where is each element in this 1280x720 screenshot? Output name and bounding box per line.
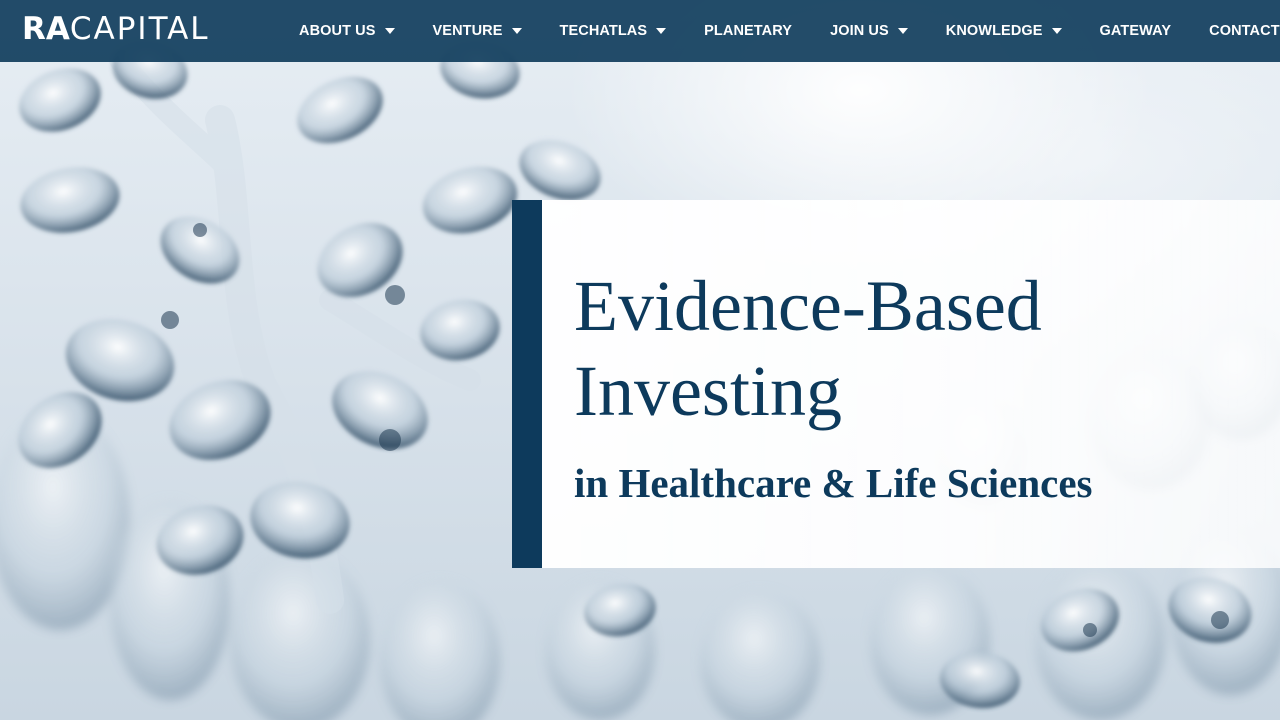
nav-item-label: JOIN US: [830, 23, 889, 39]
chevron-down-icon: [1051, 28, 1062, 34]
main-navigation: ABOUT US VENTURE TECHATLAS PLANETARY JOI…: [280, 0, 1280, 62]
hero-accent-bar: [512, 200, 542, 568]
chevron-down-icon: [656, 28, 667, 34]
hero-subtitle: in Healthcare & Life Sciences: [574, 460, 1093, 506]
nav-item-contact[interactable]: CONTACT: [1190, 0, 1280, 62]
nav-item-label: VENTURE: [432, 23, 503, 39]
logo-part-capital: CAPITAL: [69, 11, 210, 47]
nav-item-join-us[interactable]: JOIN US: [811, 0, 927, 62]
nav-item-label: TECHATLAS: [559, 23, 648, 39]
nav-item-label: CONTACT: [1209, 23, 1280, 39]
nav-item-venture[interactable]: VENTURE: [414, 0, 541, 62]
chevron-down-icon: [511, 28, 522, 34]
nav-item-techatlas[interactable]: TECHATLAS: [541, 0, 686, 62]
logo-part-ra: RA: [22, 11, 70, 47]
hero-card: Evidence-Based Investing in Healthcare &…: [512, 200, 1280, 568]
nav-item-knowledge[interactable]: KNOWLEDGE: [927, 0, 1081, 62]
chevron-down-icon: [384, 28, 395, 34]
hero-title: Evidence-Based Investing: [574, 266, 1042, 431]
nav-item-label: ABOUT US: [299, 23, 376, 39]
nav-item-gateway[interactable]: GATEWAY: [1081, 0, 1191, 62]
site-header: RA CAPITAL ABOUT US VENTURE TECHATLAS PLA…: [0, 0, 1280, 62]
nav-item-label: PLANETARY: [704, 23, 793, 39]
nav-item-label: KNOWLEDGE: [945, 23, 1043, 39]
ra-capital-logo[interactable]: RA CAPITAL: [22, 11, 210, 47]
nav-item-planetary[interactable]: PLANETARY: [685, 0, 811, 62]
nav-item-about-us[interactable]: ABOUT US: [280, 0, 414, 62]
nav-item-label: GATEWAY: [1099, 23, 1172, 39]
chevron-down-icon: [897, 28, 908, 34]
